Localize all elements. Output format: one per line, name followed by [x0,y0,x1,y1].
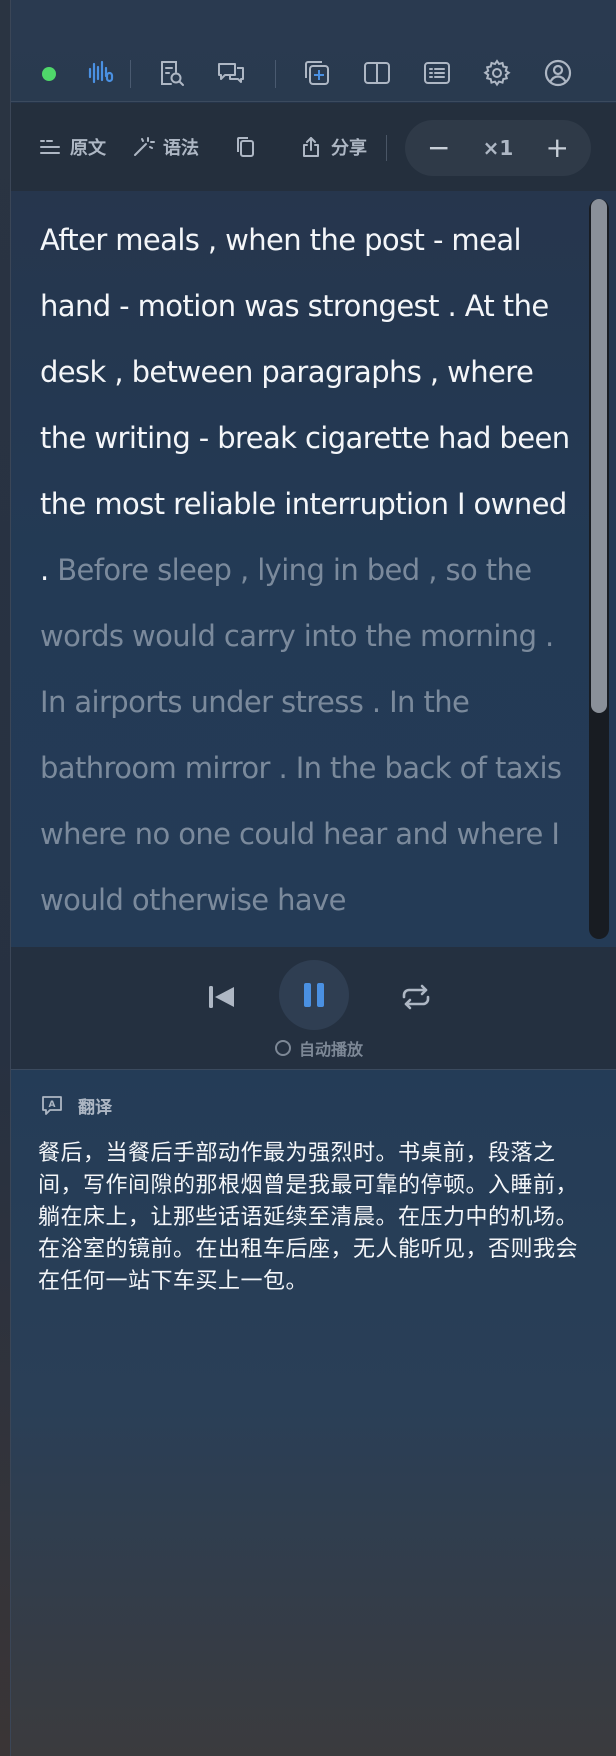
toolbar-separator [130,60,131,88]
list-view-icon[interactable] [420,56,454,90]
text-lines-icon [40,140,60,154]
share-label: 分享 [331,138,367,159]
original-text-label: 原文 [70,138,106,159]
previous-button[interactable] [202,980,242,1014]
gear-icon[interactable] [480,56,514,90]
repeat-icon [402,984,430,1010]
scrollbar-thumb[interactable] [591,199,607,713]
status-indicator [42,67,56,81]
account-icon[interactable] [541,56,575,90]
autoplay-label: 自动播放 [299,1040,364,1059]
autoplay-toggle[interactable]: 自动播放 [275,1036,363,1060]
voice-wave-icon[interactable] [84,56,118,90]
grammar-button[interactable]: 语法 [131,132,199,162]
svg-text:A: A [49,1100,56,1110]
translation-header: A 翻译 [40,1092,112,1118]
background-window-edge [0,0,11,1756]
share-icon [303,137,319,157]
chat-bubbles-icon[interactable] [214,56,248,90]
copy-icon [237,137,254,157]
speed-control: − ×1 + [405,120,591,176]
pause-button[interactable] [279,960,349,1030]
search-document-icon[interactable] [154,56,188,90]
share-button[interactable]: 分享 [299,132,367,162]
translation-text: 餐后，当餐后手部动作最为强烈时。书桌前，段落之间，写作间隙的那根烟曾是我最可靠的… [38,1141,579,1294]
read-text: After meals , when the post - meal hand … [40,223,570,587]
reading-text: After meals , when the post - meal hand … [40,207,570,933]
unread-text: Before sleep , lying in bed , so the wor… [40,553,562,917]
add-window-icon[interactable] [300,56,334,90]
loop-button[interactable] [396,980,436,1014]
radio-circle-icon [275,1040,291,1056]
reader-window: 原文 语法 分享 − ×1 + After meals , when the p… [11,0,616,1756]
grammar-label: 语法 [163,138,199,159]
reading-pane[interactable]: After meals , when the post - meal hand … [11,191,616,947]
original-text-button[interactable]: 原文 [38,132,106,162]
magic-wand-icon [134,137,155,156]
copy-button[interactable] [233,132,257,162]
speed-increase-button[interactable]: + [546,134,569,162]
speed-decrease-button[interactable]: − [427,134,450,162]
toolbar-separator [386,135,387,161]
speed-value: ×1 [482,136,514,160]
translate-icon: A [42,1096,62,1115]
skip-back-icon [209,986,234,1008]
translation-title: 翻译 [78,1097,112,1118]
toolbar-separator [275,60,276,88]
split-view-icon[interactable] [360,56,394,90]
pause-icon [304,983,324,1007]
